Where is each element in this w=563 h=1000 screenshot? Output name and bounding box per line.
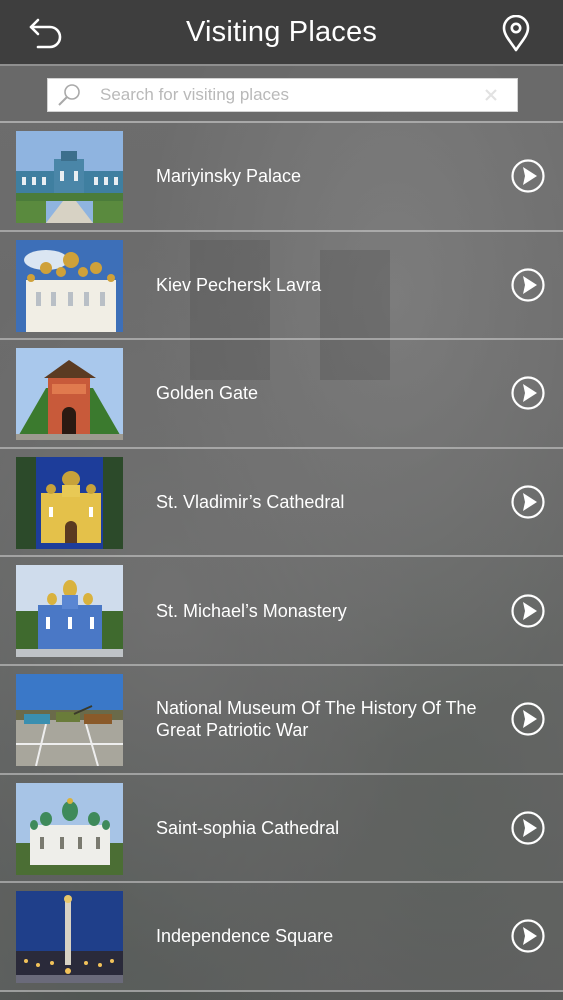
back-arrow-icon [29,18,62,49]
place-thumbnail [16,239,123,332]
clear-search-icon[interactable] [483,87,499,103]
place-name: Mariyinsky Palace [156,166,302,187]
place-name: St. Michael’s Monastery [156,600,347,621]
list-item[interactable]: Mariyinsky Palace [0,123,563,232]
chevron-right-icon[interactable] [511,159,545,193]
page-title: Visiting Places [185,15,378,48]
search-input[interactable] [100,80,483,110]
list-item[interactable]: Saint-sophia Cathedral [0,774,563,884]
place-name: Saint-sophia Cathedral [156,817,340,838]
chevron-right-icon[interactable] [511,594,545,628]
chevron-right-icon[interactable] [511,811,545,845]
place-name: Independence Square [156,926,334,947]
chevron-right-icon[interactable] [511,485,545,519]
list-item[interactable]: Golden Gate [0,340,563,449]
search-box [47,78,518,112]
back-button[interactable] [28,16,64,50]
list-item[interactable]: National Museum Of The History Of The Gr… [0,665,563,775]
place-name: National Museum Of The History Of The Gr… [156,698,477,741]
chevron-right-icon[interactable] [511,268,545,302]
list-item[interactable]: St. Michael’s Monastery [0,557,563,666]
place-thumbnail [16,456,123,549]
place-thumbnail [16,782,123,875]
place-thumbnail [16,348,123,441]
places-list: Mariyinsky Palace Kiev Pechersk Lavra Go… [0,123,563,992]
location-pin-icon [502,14,530,52]
place-thumbnail [16,131,123,223]
search-icon [58,84,80,106]
place-thumbnail [16,891,123,984]
place-thumbnail [16,565,123,658]
place-thumbnail [16,673,123,766]
chevron-right-icon[interactable] [511,702,545,736]
chevron-right-icon[interactable] [511,376,545,411]
place-name: Kiev Pechersk Lavra [156,274,322,295]
search-bar-container [0,66,563,123]
place-name: Golden Gate [156,383,259,404]
list-item[interactable]: Kiev Pechersk Lavra [0,231,563,341]
top-bar: Visiting Places [0,0,563,66]
chevron-right-icon[interactable] [511,919,545,954]
place-name: St. Vladimir’s Cathedral [156,492,345,513]
map-button[interactable] [501,14,531,53]
list-item[interactable]: Independence Square [0,883,563,992]
list-item[interactable]: St. Vladimir’s Cathedral [0,448,563,558]
